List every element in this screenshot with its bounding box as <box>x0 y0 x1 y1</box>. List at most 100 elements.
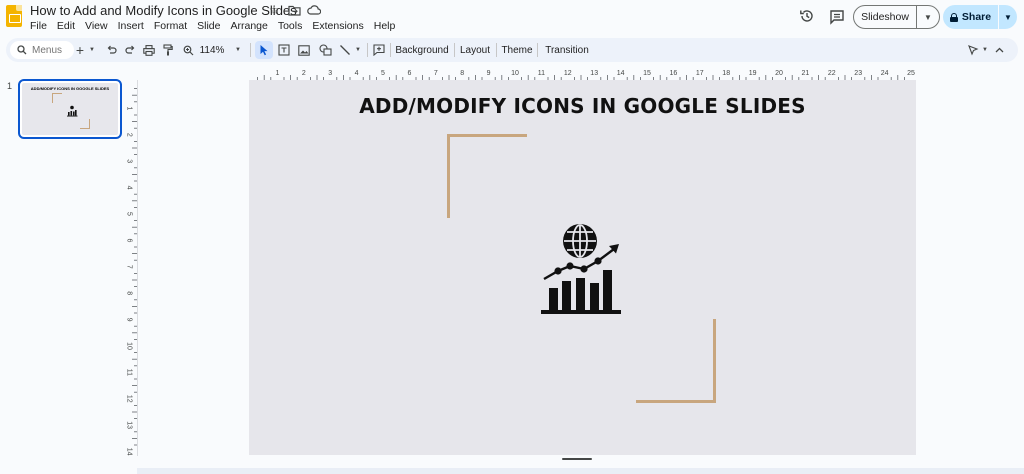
ruler-label: 9 <box>126 318 133 322</box>
accent-corner-top-left[interactable] <box>447 134 527 218</box>
slide-canvas[interactable]: ADD/MODIFY ICONS IN GOOGLE SLIDES <box>249 80 916 455</box>
undo-icon[interactable] <box>103 38 119 62</box>
ruler-label: 10 <box>126 342 133 350</box>
menu-search[interactable] <box>10 41 74 59</box>
accent-corner-bottom-right[interactable] <box>636 319 716 403</box>
search-icon <box>17 45 27 55</box>
ruler-label: 17 <box>696 70 704 77</box>
thumbnail-chart-icon <box>67 105 78 117</box>
ruler-label: 8 <box>460 70 464 77</box>
toolbar-divider <box>496 43 497 57</box>
share-label: Share <box>961 11 992 23</box>
ruler-label: 6 <box>407 70 411 77</box>
ruler-label: 4 <box>355 70 359 77</box>
horizontal-ruler[interactable]: 1 2 3 4 5 6 7 8 9 10 11 12 13 14 15 16 17 18 19 20 21 22 23 24 2… <box>249 66 916 80</box>
ruler-label: 21 <box>802 70 810 77</box>
cloud-status-icon[interactable] <box>307 3 321 17</box>
image-icon[interactable] <box>296 38 312 62</box>
title-actions: ☆ <box>267 3 321 17</box>
menu-search-input[interactable] <box>32 44 72 56</box>
share-dropdown-icon[interactable]: ▼ <box>999 5 1017 29</box>
paint-format-icon[interactable] <box>160 38 176 62</box>
slides-logo-icon[interactable] <box>6 5 22 27</box>
line-icon[interactable] <box>337 38 353 62</box>
ruler-label: 11 <box>538 70 545 77</box>
ruler-label: 9 <box>487 70 491 77</box>
ruler-label: 7 <box>126 265 133 269</box>
ruler-label: 8 <box>126 291 133 295</box>
background-button[interactable]: Background <box>392 38 452 62</box>
collapse-toolbar-icon[interactable] <box>992 38 1006 62</box>
menu-help[interactable]: Help <box>374 20 396 32</box>
ruler-label: 5 <box>126 212 133 216</box>
thumbnail-accent-corner <box>80 119 90 129</box>
document-title[interactable]: How to Add and Modify Icons in Google Sl… <box>30 3 297 18</box>
redo-icon[interactable] <box>122 38 138 62</box>
thumbnail-canvas: ADD/MODIFY ICONS IN GOOGLE SLIDES <box>22 83 118 135</box>
menu-edit[interactable]: Edit <box>57 20 75 32</box>
slideshow-button[interactable]: Slideshow <box>854 6 917 28</box>
share-control: Share ▼ <box>943 5 1017 29</box>
share-button[interactable]: Share <box>943 5 999 29</box>
slideshow-dropdown-icon[interactable]: ▼ <box>917 6 939 28</box>
zoom-icon[interactable] <box>180 38 196 62</box>
line-dropdown-icon[interactable]: ▼ <box>353 38 363 62</box>
ruler-label: 18 <box>722 70 730 77</box>
ruler-label: 16 <box>670 70 678 77</box>
slide-thumbnail[interactable]: ADD/MODIFY ICONS IN GOOGLE SLIDES <box>18 79 122 139</box>
ruler-label: 13 <box>590 70 598 77</box>
ruler-label: 10 <box>511 70 519 77</box>
print-icon[interactable] <box>141 38 157 62</box>
select-tool-icon[interactable] <box>255 41 273 59</box>
ruler-label: 23 <box>854 70 862 77</box>
theme-button[interactable]: Theme <box>499 38 535 62</box>
menu-file[interactable]: File <box>30 20 47 32</box>
ruler-label: 24 <box>881 70 889 77</box>
menu-slide[interactable]: Slide <box>197 20 220 32</box>
menu-tools[interactable]: Tools <box>278 20 303 32</box>
ruler-label: 1 <box>275 70 279 77</box>
ruler-label: 5 <box>381 70 385 77</box>
ruler-label: 2 <box>126 133 133 137</box>
star-icon[interactable]: ☆ <box>267 3 281 17</box>
ruler-label: 1 <box>126 106 133 110</box>
ruler-label: 3 <box>328 70 332 77</box>
version-history-icon[interactable] <box>799 8 815 24</box>
layout-button[interactable]: Layout <box>457 38 493 62</box>
zoom-level[interactable]: 114% <box>197 38 227 62</box>
toolbar-divider <box>390 43 391 57</box>
zoom-dropdown-icon[interactable]: ▼ <box>233 38 243 62</box>
toolbar-divider <box>250 43 251 57</box>
menu-bar: File Edit View Insert Format Slide Arran… <box>30 20 395 32</box>
comments-icon[interactable] <box>829 9 845 25</box>
text-box-icon[interactable] <box>276 38 292 62</box>
add-comment-icon[interactable] <box>370 38 388 62</box>
toolbar-divider <box>537 43 538 57</box>
menu-extensions[interactable]: Extensions <box>312 20 363 32</box>
speaker-notes-resize-handle[interactable] <box>562 458 592 460</box>
top-bar: How to Add and Modify Icons in Google Sl… <box>0 0 1024 36</box>
ruler-label: 6 <box>126 238 133 242</box>
menu-format[interactable]: Format <box>154 20 187 32</box>
ruler-label: 20 <box>775 70 783 77</box>
transition-button[interactable]: Transition <box>541 38 593 62</box>
menu-view[interactable]: View <box>85 20 108 32</box>
pen-tool-dropdown-icon[interactable]: ▼ <box>980 38 990 62</box>
ruler-label: 12 <box>126 395 133 403</box>
menu-insert[interactable]: Insert <box>118 20 144 32</box>
slideshow-control: Slideshow ▼ <box>853 5 940 29</box>
ruler-label: 4 <box>126 186 133 190</box>
move-folder-icon[interactable] <box>287 3 301 17</box>
ruler-label: 7 <box>434 70 438 77</box>
pen-tool-icon[interactable] <box>965 38 981 62</box>
new-slide-icon[interactable]: + <box>72 38 88 62</box>
vertical-ruler[interactable]: 1234567891011121314 <box>125 80 137 456</box>
shape-icon[interactable] <box>317 38 333 62</box>
new-slide-dropdown-icon[interactable]: ▼ <box>87 38 97 62</box>
menu-arrange[interactable]: Arrange <box>230 20 267 32</box>
slide-title[interactable]: ADD/MODIFY ICONS IN GOOGLE SLIDES <box>249 94 916 118</box>
ruler-label: 11 <box>126 369 133 376</box>
speaker-notes-bar[interactable] <box>137 468 1024 474</box>
toolbar-divider <box>367 43 368 57</box>
global-growth-chart-icon[interactable] <box>540 222 624 315</box>
